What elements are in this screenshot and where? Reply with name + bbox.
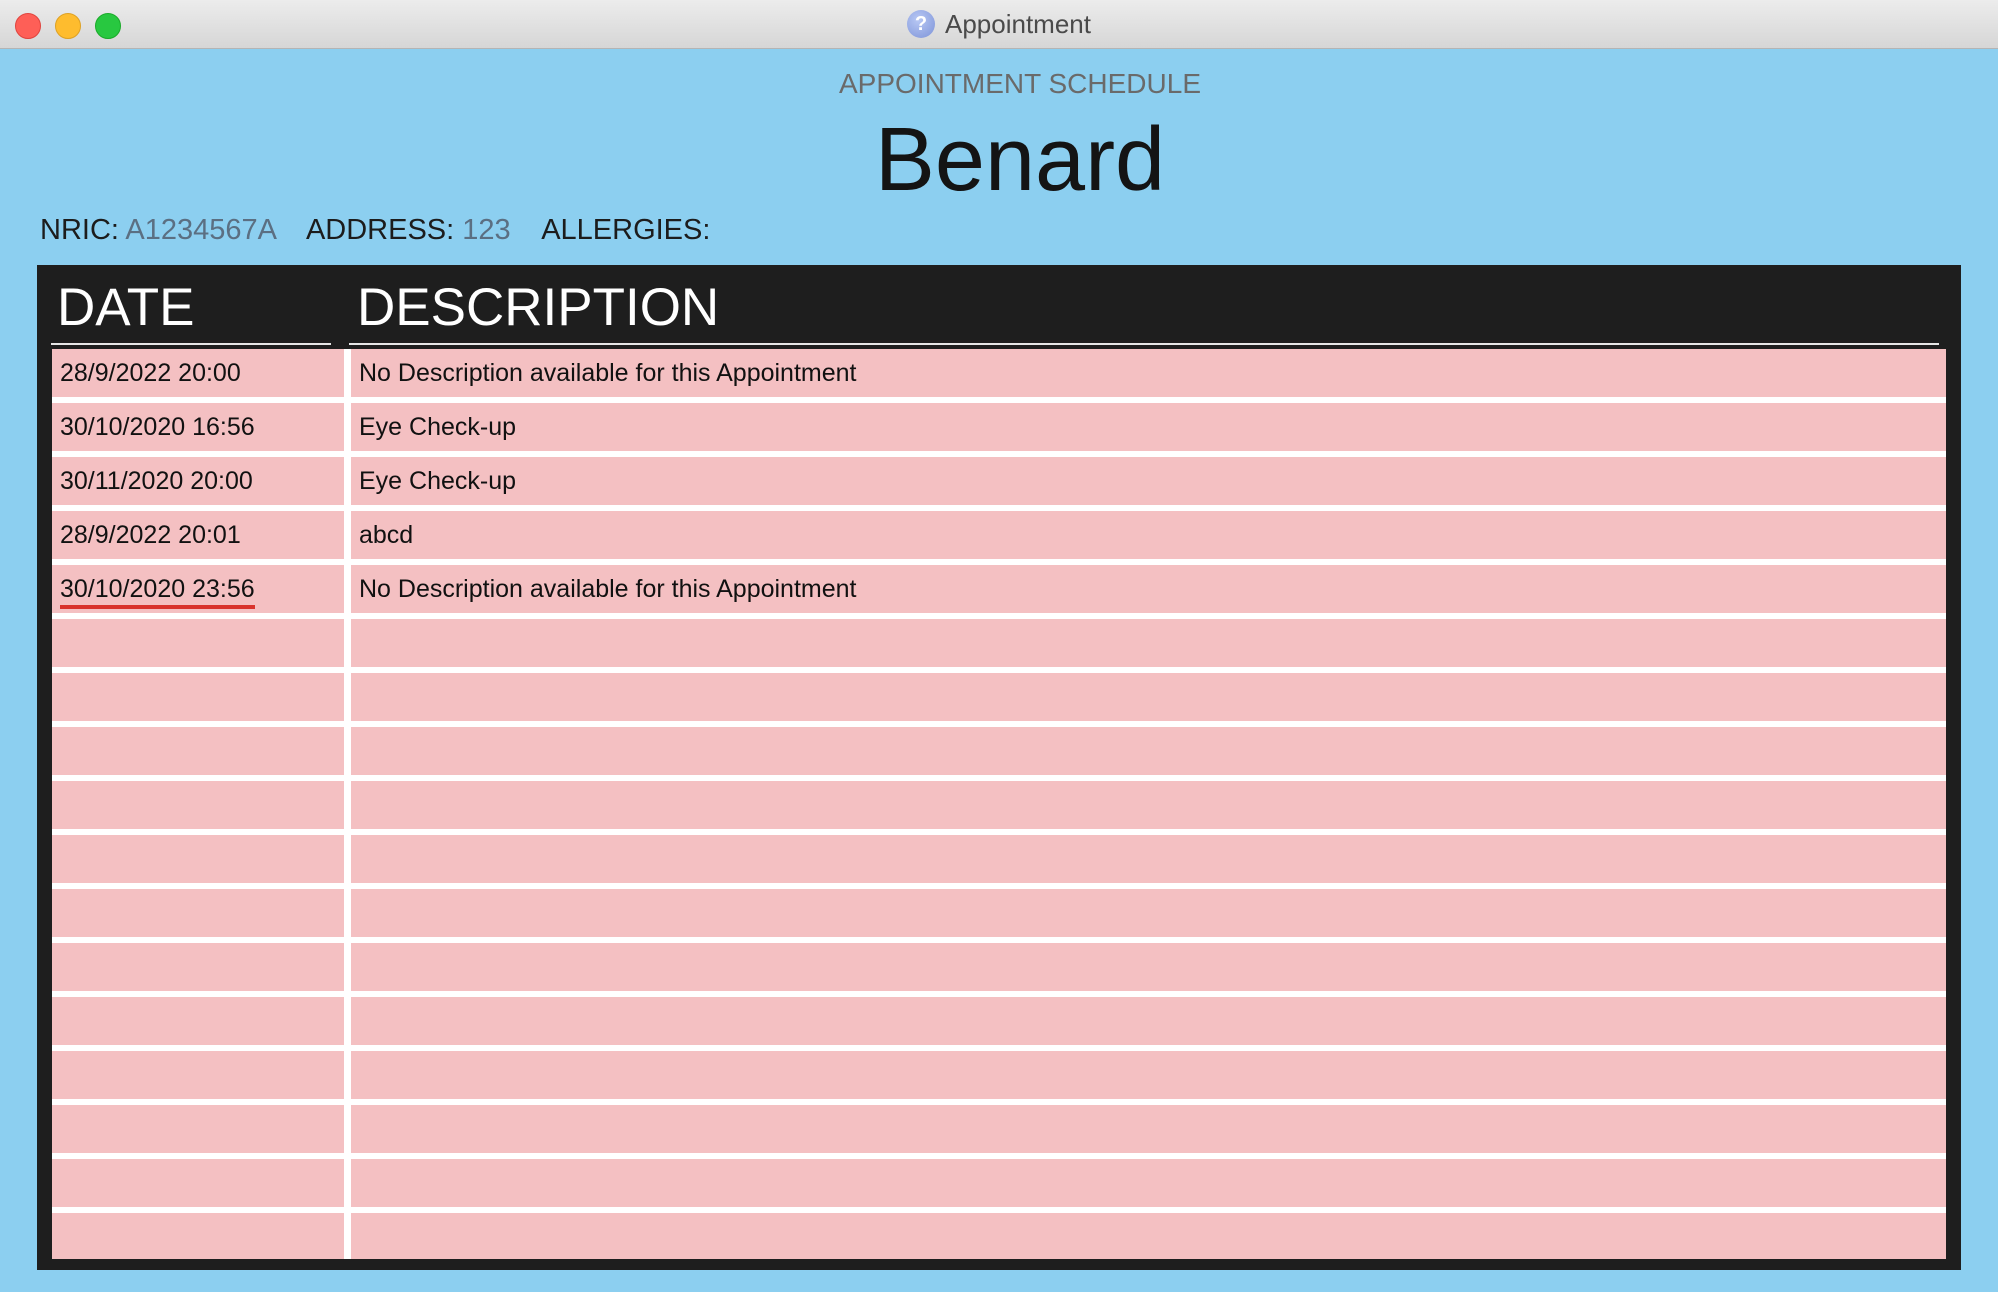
date-cell[interactable]: 30/11/2020 20:00 (52, 457, 344, 505)
help-question-icon: ? (907, 10, 935, 38)
table-row[interactable] (52, 835, 1946, 883)
description-text: abcd (359, 521, 414, 549)
table-row[interactable] (52, 943, 1946, 991)
table-body[interactable]: 28/9/2022 20:00 No Description available … (52, 349, 1946, 1259)
table-row[interactable]: 30/11/2020 20:00 Eye Check-up (52, 457, 1946, 505)
description-text: Eye Check-up (359, 413, 517, 441)
table-row[interactable] (52, 781, 1946, 829)
date-cell[interactable] (52, 1159, 344, 1207)
description-cell[interactable] (351, 781, 1946, 829)
table-row[interactable] (52, 727, 1946, 775)
appointments-table[interactable]: DATE DESCRIPTION 28/9/2022 20:00 No Descr… (37, 265, 1961, 1270)
table-row[interactable] (52, 889, 1946, 937)
date-text: 30/10/2020 23:56 (60, 575, 255, 609)
date-cell[interactable] (52, 619, 344, 667)
description-cell[interactable] (351, 1051, 1946, 1099)
date-cell[interactable] (52, 1105, 344, 1153)
date-cell[interactable]: 30/10/2020 23:56 (52, 565, 344, 613)
schedule-subtitle: APPOINTMENT SCHEDULE (839, 68, 1201, 99)
description-cell[interactable]: Eye Check-up (351, 403, 1946, 451)
date-cell[interactable] (52, 727, 344, 775)
nric-value: A1234567A (125, 214, 276, 246)
address-label: ADDRESS: (305, 214, 455, 246)
description-cell[interactable] (351, 1213, 1946, 1259)
date-cell[interactable] (52, 1051, 344, 1099)
nric-label: NRIC: (40, 214, 119, 246)
date-text: 30/10/2020 16:56 (60, 413, 255, 441)
table-row[interactable] (52, 1159, 1946, 1207)
table-row[interactable] (52, 997, 1946, 1045)
description-cell[interactable]: No Description available for this Appoin… (351, 349, 1946, 397)
table-row[interactable]: 28/9/2022 20:01 abcd (52, 511, 1946, 559)
description-cell[interactable] (351, 997, 1946, 1045)
description-cell[interactable] (351, 943, 1946, 991)
table-row[interactable] (52, 673, 1946, 721)
header-divider (349, 343, 1939, 345)
table-row[interactable]: 30/10/2020 23:56 No Description available… (52, 565, 1946, 613)
date-cell[interactable]: 28/9/2022 20:00 (52, 349, 344, 397)
description-cell[interactable] (351, 889, 1946, 937)
table-row[interactable] (52, 1051, 1946, 1099)
patient-info-line: NRIC: A1234567A ADDRESS: 123 ALLERGIES: (40, 214, 710, 247)
description-text: No Description available for this Appoin… (359, 575, 857, 603)
table-row[interactable] (52, 619, 1946, 667)
description-text: Eye Check-up (359, 467, 517, 495)
column-header-date[interactable]: DATE (57, 279, 194, 337)
title-bar[interactable]: ? Appointment (0, 0, 1998, 49)
description-cell[interactable]: abcd (351, 511, 1946, 559)
description-text: No Description available for this Appoin… (359, 359, 857, 387)
date-cell[interactable] (52, 835, 344, 883)
date-cell[interactable] (52, 997, 344, 1045)
window-title: Appointment (945, 8, 1091, 39)
description-cell[interactable] (351, 727, 1946, 775)
table-row[interactable]: 30/10/2020 16:56 Eye Check-up (52, 403, 1946, 451)
header-divider (51, 343, 331, 345)
date-cell[interactable] (52, 889, 344, 937)
date-text: 30/11/2020 20:00 (60, 467, 253, 495)
address-value: 123 (462, 214, 511, 246)
date-cell[interactable] (52, 943, 344, 991)
date-cell[interactable] (52, 673, 344, 721)
description-cell[interactable]: Eye Check-up (351, 457, 1946, 505)
table-row[interactable]: 28/9/2022 20:00 No Description available … (52, 349, 1946, 397)
description-cell[interactable] (351, 673, 1946, 721)
patient-name: Benard (874, 110, 1166, 210)
description-cell[interactable] (351, 1159, 1946, 1207)
date-cell[interactable]: 28/9/2022 20:01 (52, 511, 344, 559)
description-cell[interactable]: No Description available for this Appoin… (351, 565, 1946, 613)
appointment-window: ? Appointment APPOINTMENT SCHEDULE Benar… (0, 0, 1998, 1292)
date-cell[interactable] (52, 1213, 344, 1259)
description-cell[interactable] (351, 835, 1946, 883)
description-cell[interactable] (351, 1105, 1946, 1153)
table-row[interactable] (52, 1105, 1946, 1153)
date-text: 28/9/2022 20:00 (60, 359, 241, 387)
date-cell[interactable] (52, 781, 344, 829)
date-text: 28/9/2022 20:01 (60, 521, 241, 549)
column-header-description[interactable]: DESCRIPTION (357, 279, 719, 337)
date-cell[interactable]: 30/10/2020 16:56 (52, 403, 344, 451)
table-row[interactable] (52, 1213, 1946, 1259)
allergies-label: ALLERGIES: (541, 214, 711, 246)
title-wrap: ? Appointment (0, 0, 1998, 48)
description-cell[interactable] (351, 619, 1946, 667)
